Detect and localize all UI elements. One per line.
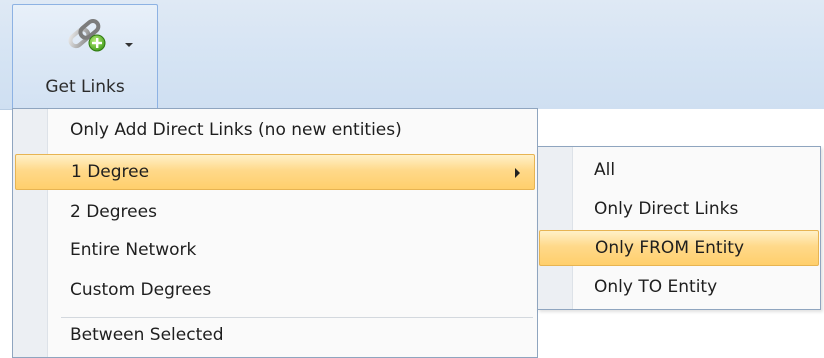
- chain-link-add-icon: [63, 15, 113, 57]
- get-links-label: Get Links: [45, 77, 125, 97]
- submenu-item-label: Only Direct Links: [594, 199, 739, 219]
- submenu-item-only-from-entity[interactable]: Only FROM Entity: [539, 230, 819, 266]
- menu-item-label: Custom Degrees: [70, 280, 212, 300]
- get-links-menu: Only Add Direct Links (no new entities) …: [12, 108, 538, 358]
- dropdown-arrow-icon[interactable]: [125, 43, 133, 47]
- get-links-button[interactable]: Get Links: [12, 4, 158, 108]
- submenu-item-only-to-entity[interactable]: Only TO Entity: [539, 270, 819, 306]
- menu-item-1-degree[interactable]: 1 Degree: [15, 154, 535, 190]
- menu-item-2-degrees[interactable]: 2 Degrees: [15, 195, 535, 231]
- menu-item-custom-degrees[interactable]: Custom Degrees: [15, 273, 535, 309]
- canvas-area: [538, 109, 824, 143]
- menu-item-label: Entire Network: [70, 240, 197, 260]
- degree-submenu: All Only Direct Links Only FROM Entity O…: [537, 146, 821, 310]
- submenu-item-label: Only TO Entity: [594, 277, 718, 297]
- submenu-item-all[interactable]: All: [539, 153, 819, 189]
- menu-item-label: Only Add Direct Links (no new entities): [70, 120, 402, 140]
- ribbon-bar: Get Links: [0, 0, 824, 110]
- menu-item-between-selected[interactable]: Between Selected: [15, 318, 535, 354]
- menu-item-label: 1 Degree: [71, 162, 150, 182]
- submenu-item-label: Only FROM Entity: [595, 238, 745, 258]
- submenu-item-label: All: [594, 160, 616, 180]
- submenu-arrow-icon: [515, 168, 520, 178]
- menu-item-label: Between Selected: [70, 325, 224, 345]
- menu-item-direct-links[interactable]: Only Add Direct Links (no new entities): [15, 113, 535, 149]
- menu-item-entire-network[interactable]: Entire Network: [15, 233, 535, 269]
- menu-item-label: 2 Degrees: [70, 202, 157, 222]
- submenu-item-only-direct-links[interactable]: Only Direct Links: [539, 192, 819, 228]
